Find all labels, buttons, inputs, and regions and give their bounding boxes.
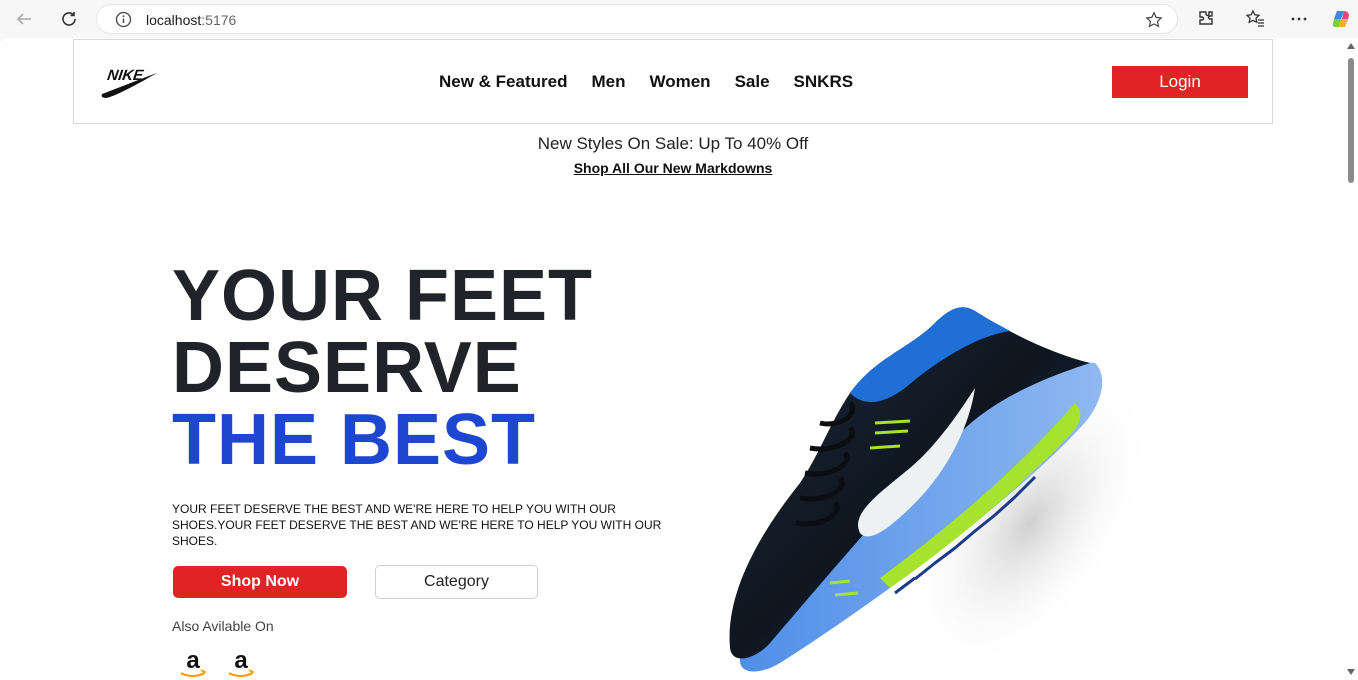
- back-arrow-icon: [16, 13, 31, 25]
- page-viewport: NIKE New & Featured Men Women Sale SNKRS…: [0, 38, 1358, 680]
- nav-women[interactable]: Women: [649, 72, 710, 92]
- nav-snkrs[interactable]: SNKRS: [794, 72, 854, 92]
- amazon-icon[interactable]: a: [224, 646, 258, 680]
- nike-logo[interactable]: NIKE: [100, 64, 160, 100]
- promo-link[interactable]: Shop All Our New Markdowns: [574, 160, 773, 176]
- also-available-label: Also Avilable On: [172, 618, 274, 634]
- scroll-down-icon[interactable]: [1347, 669, 1355, 675]
- svg-text:a: a: [234, 647, 248, 674]
- more-menu-icon[interactable]: [1289, 9, 1309, 29]
- url-host: localhost: [146, 12, 202, 28]
- reload-button[interactable]: [57, 7, 81, 31]
- back-button[interactable]: [12, 7, 36, 31]
- hero-title-line3: THE BEST: [172, 400, 537, 480]
- url-text[interactable]: localhost:5176: [146, 12, 236, 28]
- nav-new-featured[interactable]: New & Featured: [439, 72, 567, 92]
- login-button[interactable]: Login: [1112, 66, 1248, 98]
- favorites-icon[interactable]: [1245, 9, 1265, 29]
- hero-title: YOUR FEET DESERVE THE BEST: [172, 260, 593, 476]
- copilot-icon[interactable]: [1330, 8, 1352, 30]
- promo-banner: New Styles On Sale: Up To 40% Off Shop A…: [0, 134, 1346, 178]
- nav-sale[interactable]: Sale: [735, 72, 770, 92]
- main-nav: New & Featured Men Women Sale SNKRS: [439, 72, 853, 92]
- scroll-up-icon[interactable]: [1347, 43, 1355, 49]
- reload-icon: [62, 12, 76, 26]
- info-icon[interactable]: [115, 11, 132, 28]
- site-header: NIKE New & Featured Men Women Sale SNKRS…: [73, 39, 1273, 124]
- amazon-icon[interactable]: a: [176, 646, 210, 680]
- svg-text:a: a: [186, 647, 200, 674]
- hero-title-line1: YOUR FEET: [172, 256, 594, 336]
- nav-men[interactable]: Men: [591, 72, 625, 92]
- hero-description: YOUR FEET DESERVE THE BEST AND WE'RE HER…: [172, 502, 662, 548]
- scrollbar[interactable]: [1344, 38, 1358, 680]
- category-button[interactable]: Category: [375, 565, 538, 599]
- shop-now-button[interactable]: Shop Now: [173, 566, 347, 598]
- hero-title-line2: DESERVE: [172, 328, 522, 408]
- favorite-star-icon[interactable]: [1145, 11, 1163, 29]
- url-port: :5176: [201, 12, 237, 28]
- scrollbar-thumb[interactable]: [1348, 58, 1354, 183]
- browser-toolbar: localhost:5176: [0, 0, 1358, 38]
- address-bar[interactable]: localhost:5176: [96, 4, 1178, 34]
- promo-text: New Styles On Sale: Up To 40% Off: [537, 134, 809, 153]
- extensions-icon[interactable]: [1196, 9, 1216, 29]
- svg-text:NIKE: NIKE: [106, 67, 145, 84]
- shoe-image: [729, 307, 1150, 672]
